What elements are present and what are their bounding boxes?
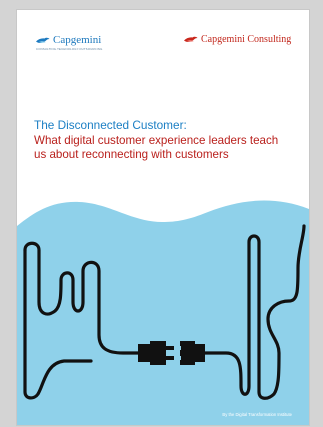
right-socket-icon	[176, 341, 205, 365]
document-viewport: Capgemini CONSULTING.TECHNOLOGY.OUTSOURC…	[0, 0, 323, 427]
report-cover: Capgemini CONSULTING.TECHNOLOGY.OUTSOURC…	[17, 10, 309, 425]
disconnected-plug-cable-illustration	[17, 200, 309, 425]
blue-wave-panel	[17, 200, 309, 425]
institute-footer: By the Digital Transformation Institute	[222, 412, 292, 417]
